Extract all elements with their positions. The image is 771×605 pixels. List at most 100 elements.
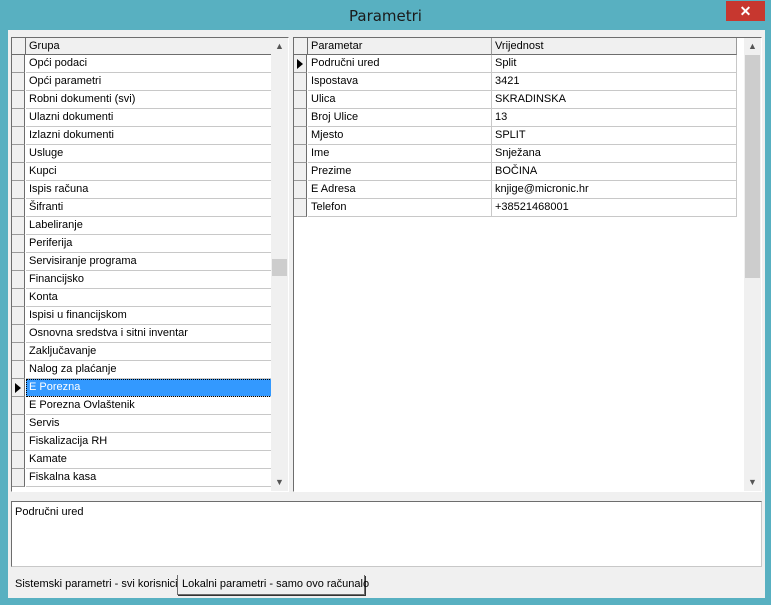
param-value-cell[interactable]: 3421: [492, 73, 737, 91]
group-cell[interactable]: Usluge: [26, 145, 272, 163]
row-indicator[interactable]: [12, 91, 25, 109]
group-row[interactable]: Financijsko: [12, 271, 272, 289]
row-indicator[interactable]: [12, 325, 25, 343]
row-indicator[interactable]: [294, 109, 307, 127]
row-indicator[interactable]: [12, 163, 25, 181]
group-cell[interactable]: Financijsko: [26, 271, 272, 289]
group-row[interactable]: Fiskalizacija RH: [12, 433, 272, 451]
row-indicator[interactable]: [12, 343, 25, 361]
row-indicator[interactable]: [294, 55, 307, 73]
group-row[interactable]: Servisiranje programa: [12, 253, 272, 271]
chevron-down-icon[interactable]: ▼: [744, 474, 761, 491]
row-indicator[interactable]: [12, 415, 25, 433]
groups-scroll-thumb[interactable]: [272, 259, 287, 276]
group-cell[interactable]: Izlazni dokumenti: [26, 127, 272, 145]
groups-header-grupa[interactable]: Grupa: [26, 38, 272, 55]
param-row[interactable]: Telefon +38521468001: [294, 199, 737, 217]
param-name-cell[interactable]: Ulica: [308, 91, 492, 109]
row-indicator[interactable]: [12, 289, 25, 307]
param-value-cell[interactable]: 13: [492, 109, 737, 127]
row-indicator[interactable]: [12, 397, 25, 415]
group-row[interactable]: Periferija: [12, 235, 272, 253]
row-indicator[interactable]: [12, 145, 25, 163]
close-button[interactable]: ✕: [726, 1, 765, 21]
param-value-cell[interactable]: SKRADINSKA: [492, 91, 737, 109]
group-cell[interactable]: Ispisi u financijskom: [26, 307, 272, 325]
group-row[interactable]: Labeliranje: [12, 217, 272, 235]
row-indicator[interactable]: [12, 73, 25, 91]
row-indicator[interactable]: [12, 271, 25, 289]
group-row[interactable]: Ispisi u financijskom: [12, 307, 272, 325]
row-indicator[interactable]: [12, 199, 25, 217]
row-indicator[interactable]: [294, 73, 307, 91]
group-row[interactable]: Šifranti: [12, 199, 272, 217]
group-cell[interactable]: Šifranti: [26, 199, 272, 217]
param-row[interactable]: E Adresa knjige@micronic.hr: [294, 181, 737, 199]
row-indicator[interactable]: [12, 253, 25, 271]
row-indicator[interactable]: [12, 109, 25, 127]
param-value-cell[interactable]: knjige@micronic.hr: [492, 181, 737, 199]
row-indicator[interactable]: [12, 217, 25, 235]
group-row[interactable]: Ispis računa: [12, 181, 272, 199]
row-indicator[interactable]: [12, 433, 25, 451]
group-cell[interactable]: Konta: [26, 289, 272, 307]
group-cell[interactable]: Nalog za plaćanje: [26, 361, 272, 379]
group-row[interactable]: Nalog za plaćanje: [12, 361, 272, 379]
param-row[interactable]: Prezime BOČINA: [294, 163, 737, 181]
group-row[interactable]: Opći parametri: [12, 73, 272, 91]
groups-grid[interactable]: Grupa Opći podaci Opći parametri Robni dok…: [11, 37, 289, 492]
group-row[interactable]: Zaključavanje: [12, 343, 272, 361]
row-indicator[interactable]: [12, 55, 25, 73]
param-row[interactable]: Mjesto SPLIT: [294, 127, 737, 145]
row-indicator[interactable]: [12, 127, 25, 145]
group-row[interactable]: Opći podaci: [12, 55, 272, 73]
param-name-cell[interactable]: Prezime: [308, 163, 492, 181]
group-cell[interactable]: Periferija: [26, 235, 272, 253]
group-cell[interactable]: Opći parametri: [26, 73, 272, 91]
param-name-cell[interactable]: Telefon: [308, 199, 492, 217]
chevron-up-icon[interactable]: ▲: [744, 38, 761, 55]
group-row[interactable]: Fiskalna kasa: [12, 469, 272, 487]
tab-local-params[interactable]: Lokalni parametri - samo ovo računalo: [177, 575, 369, 595]
group-cell[interactable]: Ulazni dokumenti: [26, 109, 272, 127]
row-indicator[interactable]: [12, 361, 25, 379]
chevron-up-icon[interactable]: ▲: [271, 38, 288, 55]
group-cell[interactable]: Fiskalna kasa: [26, 469, 272, 487]
params-header-parametar[interactable]: Parametar: [308, 38, 492, 55]
param-value-cell[interactable]: BOČINA: [492, 163, 737, 181]
row-indicator[interactable]: [294, 199, 307, 217]
param-value-cell[interactable]: Snježana: [492, 145, 737, 163]
group-row[interactable]: E Porezna: [12, 379, 272, 397]
group-row[interactable]: Osnovna sredstva i sitni inventar: [12, 325, 272, 343]
group-row[interactable]: Usluge: [12, 145, 272, 163]
group-cell[interactable]: E Porezna Ovlaštenik: [26, 397, 272, 415]
params-header-vrijednost[interactable]: Vrijednost: [492, 38, 737, 55]
group-row[interactable]: Kamate: [12, 451, 272, 469]
param-value-cell[interactable]: +38521468001: [492, 199, 737, 217]
group-cell[interactable]: Robni dokumenti (svi): [26, 91, 272, 109]
param-row[interactable]: Ime Snježana: [294, 145, 737, 163]
groups-scrollbar[interactable]: ▲ ▼: [271, 38, 288, 491]
group-row[interactable]: Konta: [12, 289, 272, 307]
tab-system-params[interactable]: Sistemski parametri - svi korisnici: [11, 575, 178, 595]
param-name-cell[interactable]: Mjesto: [308, 127, 492, 145]
row-indicator[interactable]: [294, 127, 307, 145]
group-cell[interactable]: Kamate: [26, 451, 272, 469]
param-value-cell[interactable]: SPLIT: [492, 127, 737, 145]
chevron-down-icon[interactable]: ▼: [271, 474, 288, 491]
group-row[interactable]: E Porezna Ovlaštenik: [12, 397, 272, 415]
param-name-cell[interactable]: Ispostava: [308, 73, 492, 91]
param-row[interactable]: Područni ured Split: [294, 55, 737, 73]
row-indicator[interactable]: [294, 181, 307, 199]
row-indicator[interactable]: [12, 379, 25, 397]
group-cell[interactable]: Zaključavanje: [26, 343, 272, 361]
group-cell[interactable]: E Porezna: [26, 379, 272, 397]
group-cell[interactable]: Ispis računa: [26, 181, 272, 199]
group-cell[interactable]: Fiskalizacija RH: [26, 433, 272, 451]
group-row[interactable]: Izlazni dokumenti: [12, 127, 272, 145]
row-indicator[interactable]: [294, 91, 307, 109]
params-scrollbar[interactable]: ▲ ▼: [744, 38, 761, 491]
param-name-cell[interactable]: Područni ured: [308, 55, 492, 73]
row-indicator[interactable]: [12, 307, 25, 325]
row-indicator[interactable]: [294, 145, 307, 163]
